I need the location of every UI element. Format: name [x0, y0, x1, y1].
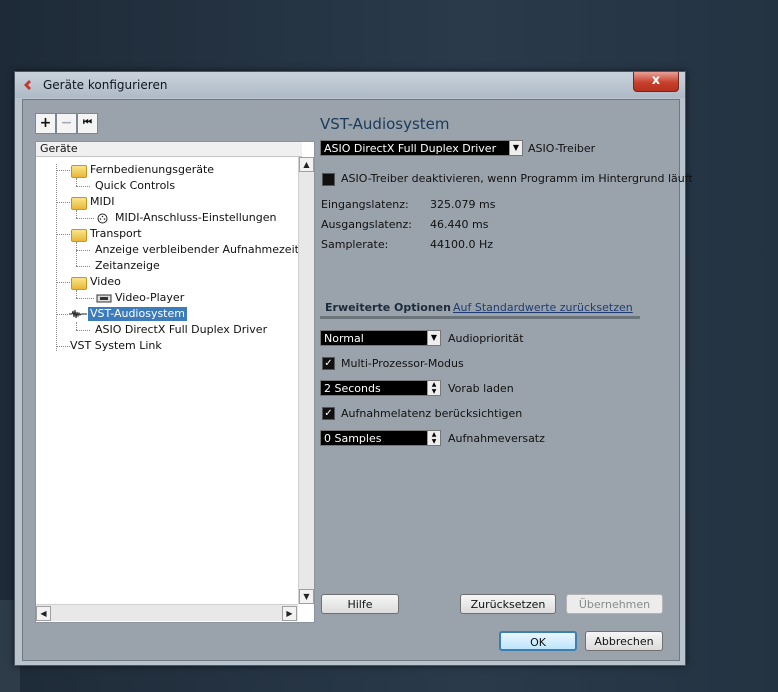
audio-priority-select[interactable]: Normal ▼: [320, 330, 441, 346]
tree-item-vst-audio-system[interactable]: VST-Audiosystem: [88, 307, 187, 321]
video-player-icon: [96, 294, 112, 303]
panel-title: VST-Audiosystem: [320, 115, 450, 133]
asio-driver-label: ASIO-Treiber: [528, 142, 596, 155]
scroll-left-icon[interactable]: ◀: [36, 606, 51, 621]
tree-line: [76, 242, 77, 266]
tree-line: [56, 234, 70, 235]
tree-line: [56, 164, 57, 351]
tree-line: [76, 186, 90, 187]
reset-device-button[interactable]: ⏮: [77, 113, 98, 134]
tree-line: [76, 250, 90, 251]
deactivate-driver-checkbox[interactable]: [322, 173, 335, 186]
folder-icon: [71, 197, 87, 210]
tree-item-midi[interactable]: MIDI: [90, 195, 114, 209]
tree-line: [76, 298, 94, 299]
preload-stepper[interactable]: 2 Seconds ▲ ▼: [320, 380, 441, 396]
samplerate-value: 44100.0 Hz: [430, 238, 494, 251]
deactivate-driver-label: ASIO-Treiber deaktivieren, wenn Programm…: [341, 172, 693, 185]
spin-arrows-icon[interactable]: ▲ ▼: [427, 431, 440, 445]
folder-icon: [71, 229, 87, 242]
tree-line: [76, 178, 77, 186]
cancel-button[interactable]: Abbrechen: [585, 631, 663, 651]
asio-driver-value: ASIO DirectX Full Duplex Driver: [324, 142, 497, 155]
output-latency-value: 46.440 ms: [430, 218, 489, 231]
title-bar[interactable]: Geräte konfigurieren x: [15, 72, 685, 98]
multi-processor-checkbox[interactable]: ✓: [322, 357, 335, 370]
window-title: Geräte konfigurieren: [43, 78, 168, 92]
tree-line: [56, 202, 70, 203]
tree-item-video-player[interactable]: Video-Player: [115, 291, 184, 305]
record-offset-value: 0 Samples: [324, 432, 382, 445]
input-latency-label: Eingangslatenz:: [321, 198, 409, 211]
audio-priority-value: Normal: [324, 332, 364, 345]
reset-defaults-link[interactable]: Auf Standardwerte zurücksetzen: [453, 301, 633, 314]
ok-button[interactable]: OK: [499, 631, 577, 651]
scroll-up-icon[interactable]: ▲: [299, 157, 314, 172]
preload-label: Vorab laden: [448, 382, 514, 395]
output-latency-label: Ausgangslatenz:: [321, 218, 412, 231]
preload-value: 2 Seconds: [324, 382, 381, 395]
folder-icon: [71, 277, 87, 290]
input-latency-value: 325.079 ms: [430, 198, 496, 211]
tree-item-quick-controls[interactable]: Quick Controls: [95, 179, 175, 193]
close-button[interactable]: x: [633, 72, 679, 92]
folder-icon: [71, 165, 87, 178]
record-offset-stepper[interactable]: 0 Samples ▲ ▼: [320, 430, 441, 446]
cubase-logo-icon: [24, 80, 31, 90]
tree-line: [56, 170, 70, 171]
tree-item-time-display[interactable]: Zeitanzeige: [95, 259, 160, 273]
tree-line: [76, 330, 90, 331]
help-button[interactable]: Hilfe: [321, 594, 399, 614]
audio-waveform-icon: [69, 309, 87, 319]
midi-port-icon: [97, 213, 108, 224]
record-latency-label: Aufnahmelatenz berücksichtigen: [341, 407, 523, 420]
options-divider: [320, 316, 640, 319]
audio-priority-label: Audiopriorität: [448, 332, 524, 345]
scroll-right-icon[interactable]: ▶: [282, 606, 297, 621]
spin-arrows-icon[interactable]: ▲ ▼: [427, 381, 440, 395]
add-device-button[interactable]: +: [35, 113, 56, 134]
tree-column-header[interactable]: Geräte: [36, 142, 302, 157]
samplerate-label: Samplerate:: [321, 238, 389, 251]
tree-line: [76, 290, 77, 298]
record-latency-checkbox[interactable]: ✓: [322, 407, 335, 420]
tree-line: [76, 266, 90, 267]
record-offset-label: Aufnahmeversatz: [448, 432, 545, 445]
tree-line: [56, 346, 70, 347]
tree-item-midi-port-settings[interactable]: MIDI-Anschluss-Einstellungen: [115, 211, 276, 225]
remove-device-button[interactable]: −: [56, 113, 77, 134]
tree-item-vst-system-link[interactable]: VST System Link: [70, 339, 162, 353]
tree-item-remote-devices[interactable]: Fernbedienungsgeräte: [90, 163, 214, 177]
device-tree: Geräte Fernbedienungsgeräte Quick Contro…: [35, 141, 315, 623]
reset-button[interactable]: Zurücksetzen: [460, 594, 556, 614]
chevron-down-icon[interactable]: ▼: [427, 331, 440, 345]
tree-line: [76, 218, 94, 219]
tree-line: [56, 282, 70, 283]
tree-line: [76, 210, 77, 218]
device-setup-dialog: Geräte konfigurieren x + − ⏮ Geräte Fern…: [14, 71, 693, 666]
tree-item-video[interactable]: Video: [90, 275, 121, 289]
tree-vertical-scrollbar[interactable]: ▲ ▼: [298, 157, 314, 604]
scroll-down-icon[interactable]: ▼: [299, 589, 314, 604]
tree-line: [76, 322, 77, 330]
apply-button[interactable]: Übernehmen: [566, 594, 663, 614]
advanced-options-tab[interactable]: Erweiterte Optionen: [325, 301, 451, 314]
chevron-down-icon[interactable]: ▼: [509, 141, 522, 155]
multi-processor-label: Multi-Prozessor-Modus: [341, 357, 464, 370]
tree-item-asio-driver[interactable]: ASIO DirectX Full Duplex Driver: [95, 323, 267, 337]
tree-horizontal-scrollbar[interactable]: ◀ ▶: [36, 604, 298, 621]
tree-item-transport[interactable]: Transport: [90, 227, 142, 241]
tree-item-remaining-record-time[interactable]: Anzeige verbleibender Aufnahmezeit: [95, 243, 299, 257]
tree-line: [56, 314, 68, 315]
asio-driver-select[interactable]: ASIO DirectX Full Duplex Driver ▼: [320, 140, 523, 156]
